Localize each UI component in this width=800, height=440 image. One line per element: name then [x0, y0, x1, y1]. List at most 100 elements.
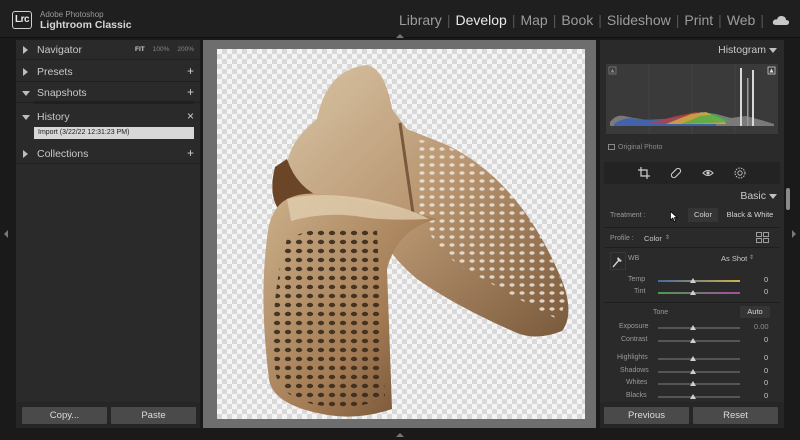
contrast-value[interactable]: 0 — [764, 335, 768, 344]
photo-canvas[interactable] — [217, 49, 585, 419]
history-header[interactable]: History × — [16, 107, 200, 127]
exposure-value[interactable]: 0.00 — [754, 322, 769, 331]
original-photo-toggle[interactable]: Original Photo — [608, 144, 662, 151]
right-panel-toggle-icon[interactable] — [792, 230, 796, 238]
tint-slider[interactable] — [658, 292, 740, 294]
whites-value[interactable]: 0 — [764, 378, 768, 387]
add-collection-button[interactable]: + — [187, 146, 194, 160]
module-library[interactable]: Library — [394, 12, 447, 28]
add-snapshot-button[interactable]: + — [187, 85, 194, 99]
previous-button[interactable]: Previous — [604, 407, 689, 424]
exposure-slider-knob[interactable] — [690, 325, 696, 330]
blacks-label: Blacks — [626, 392, 647, 399]
profile-select[interactable]: Color — [644, 234, 662, 243]
left-panel-toggle-icon[interactable] — [4, 230, 8, 238]
divider — [604, 227, 780, 228]
histogram-header[interactable]: Histogram — [600, 40, 784, 60]
highlights-slider[interactable] — [658, 358, 740, 360]
presets-title: Presets — [37, 66, 73, 78]
lightroom-logo: Lrc — [12, 11, 32, 29]
temp-value[interactable]: 0 — [764, 275, 768, 284]
left-panel-footer: Copy... Paste — [16, 402, 200, 428]
contrast-slider[interactable] — [658, 340, 740, 342]
navigator-zoom-options: FIT 100% 200% — [135, 46, 194, 53]
temp-slider-knob[interactable] — [690, 278, 696, 283]
reset-button[interactable]: Reset — [693, 407, 778, 424]
wb-select[interactable]: As Shot — [721, 254, 747, 263]
panel-scrollbar[interactable] — [786, 188, 790, 210]
tint-slider-knob[interactable] — [690, 290, 696, 295]
white-balance-eyedropper-icon[interactable] — [610, 252, 626, 270]
paste-button[interactable]: Paste — [111, 407, 196, 424]
shadows-value[interactable]: 0 — [764, 366, 768, 375]
basic-header[interactable]: Basic — [600, 186, 784, 206]
highlights-slider-knob[interactable] — [690, 356, 696, 361]
whites-label: Whites — [626, 379, 648, 386]
chevron-updown-icon: ⇕ — [749, 255, 755, 261]
highlights-value[interactable]: 0 — [764, 353, 768, 362]
tool-strip — [604, 162, 780, 184]
blacks-slider[interactable] — [658, 396, 740, 398]
clear-history-button[interactable]: × — [187, 109, 194, 123]
original-photo-label: Original Photo — [618, 144, 663, 151]
add-preset-button[interactable]: + — [187, 64, 194, 78]
app-name: Lightroom Classic — [40, 19, 132, 31]
zoom-fit[interactable]: FIT — [135, 46, 145, 53]
blacks-slider-knob[interactable] — [690, 394, 696, 399]
red-eye-icon[interactable] — [701, 166, 715, 180]
collapse-triangle-icon — [23, 150, 28, 158]
shadows-label: Shadows — [620, 367, 649, 374]
exposure-slider[interactable] — [658, 327, 740, 329]
treatment-bw-option[interactable]: Black & White — [722, 208, 778, 222]
copy-button[interactable]: Copy... — [22, 407, 107, 424]
image-viewport — [203, 40, 596, 428]
module-develop[interactable]: Develop — [450, 12, 511, 28]
healing-brush-icon[interactable] — [669, 166, 683, 180]
shadows-slider-knob[interactable] — [690, 369, 696, 374]
snapshots-header[interactable]: Snapshots + — [16, 83, 200, 103]
blacks-value[interactable]: 0 — [764, 391, 768, 400]
snapshots-list — [34, 101, 194, 104]
app-vendor: Adobe Photoshop — [40, 10, 104, 19]
histogram-graph — [608, 64, 776, 134]
temp-slider[interactable] — [658, 280, 740, 282]
module-separator: | — [760, 12, 764, 28]
chevron-updown-icon: ⇕ — [665, 235, 671, 241]
left-panel: Navigator FIT 100% 200% Presets + Snapsh… — [16, 40, 200, 428]
whites-slider-knob[interactable] — [690, 381, 696, 386]
basic-title: Basic — [740, 190, 766, 202]
collapse-triangle-icon — [769, 48, 777, 53]
treatment-label: Treatment : — [610, 212, 646, 219]
bottom-panel-toggle-icon[interactable] — [396, 433, 404, 437]
profile-browser-icon[interactable] — [756, 232, 769, 243]
whites-slider[interactable] — [658, 383, 740, 385]
module-book[interactable]: Book — [556, 12, 598, 28]
masking-icon[interactable] — [733, 166, 747, 180]
expand-triangle-icon — [22, 91, 30, 96]
module-print[interactable]: Print — [679, 12, 718, 28]
histogram-title: Histogram — [718, 44, 766, 56]
shoes-photo — [263, 65, 569, 417]
navigator-header[interactable]: Navigator FIT 100% 200% — [16, 40, 200, 60]
module-picker: Library | Develop | Map | Book | Slideshow | … — [394, 12, 790, 28]
navigator-title: Navigator — [37, 44, 82, 56]
module-slideshow[interactable]: Slideshow — [602, 12, 676, 28]
module-map[interactable]: Map — [515, 12, 552, 28]
checkbox-icon — [608, 144, 615, 150]
presets-header[interactable]: Presets + — [16, 62, 200, 82]
top-bar: Lrc Adobe Photoshop Lightroom Classic Li… — [0, 0, 800, 38]
tint-value[interactable]: 0 — [764, 287, 768, 296]
top-panel-toggle-icon[interactable] — [396, 34, 404, 38]
auto-tone-button[interactable]: Auto — [740, 306, 770, 318]
zoom-200[interactable]: 200% — [177, 46, 194, 53]
module-web[interactable]: Web — [722, 12, 761, 28]
treatment-color-option[interactable]: Color — [688, 208, 718, 222]
shadows-slider[interactable] — [658, 371, 740, 373]
crop-tool-icon[interactable] — [637, 166, 651, 180]
zoom-100[interactable]: 100% — [153, 46, 170, 53]
cloud-icon[interactable] — [772, 15, 790, 26]
history-item[interactable]: Import (3/22/22 12:31:23 PM) — [34, 127, 194, 139]
contrast-slider-knob[interactable] — [690, 338, 696, 343]
collections-header[interactable]: Collections + — [16, 144, 200, 164]
histogram[interactable] — [606, 64, 778, 134]
